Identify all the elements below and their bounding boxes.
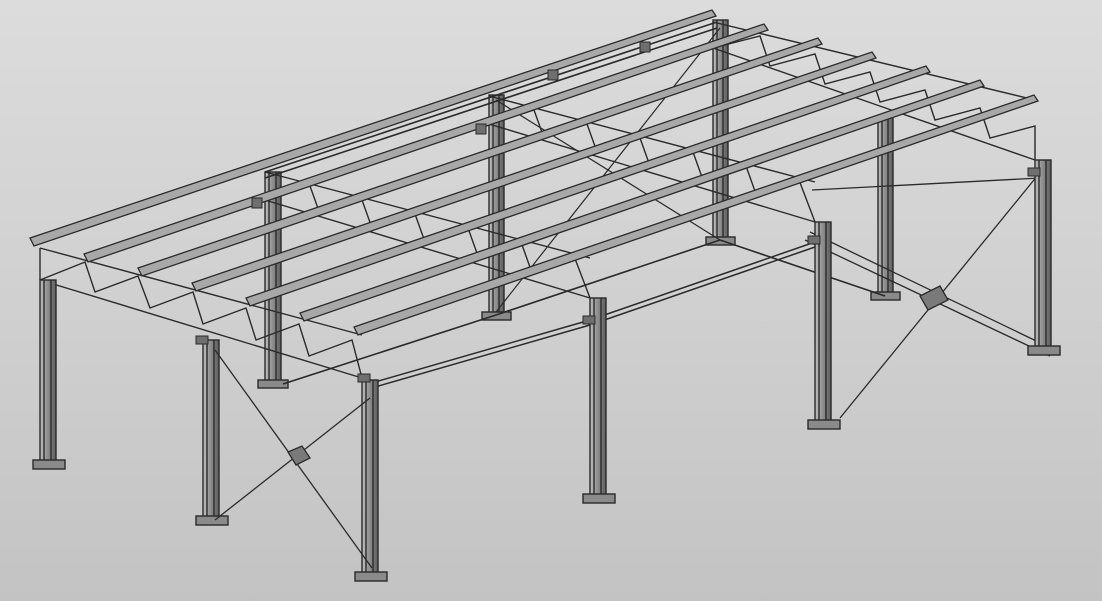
right-side-bracing	[804, 174, 1056, 419]
steel-frame-model[interactable]	[0, 0, 1102, 601]
front-left-cross-bracing	[214, 349, 373, 569]
column-front-5	[807, 221, 841, 430]
column-front-4	[582, 297, 616, 504]
column-front-6	[1027, 159, 1061, 356]
model-viewport[interactable]	[0, 0, 1102, 601]
column-front-2	[195, 339, 229, 526]
column-front-1	[32, 279, 66, 470]
